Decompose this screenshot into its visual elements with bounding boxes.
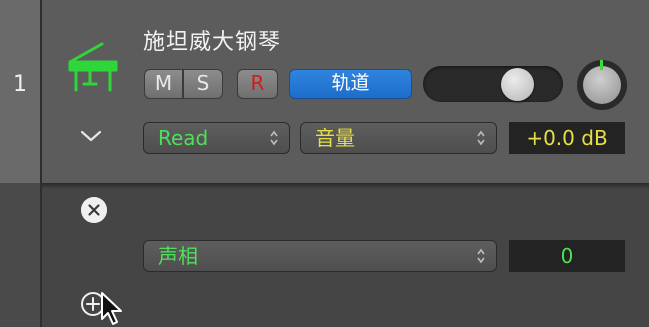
pan-indicator <box>600 60 603 70</box>
solo-button[interactable]: S <box>183 69 223 99</box>
lane-value[interactable]: 0 <box>509 240 625 272</box>
automation-parameter-label: 音量 <box>315 126 355 150</box>
pan-knob[interactable] <box>583 66 621 104</box>
updown-arrows-icon <box>270 130 278 146</box>
lane-shadow <box>0 183 649 189</box>
mute-button[interactable]: M <box>144 69 183 99</box>
close-icon[interactable] <box>81 197 107 223</box>
column-divider <box>40 0 42 327</box>
track-name[interactable]: 施坦威大钢琴 <box>143 24 281 56</box>
track-button[interactable]: 轨道 <box>289 69 412 99</box>
lane-parameter-select[interactable]: 声相 <box>143 240 497 272</box>
updown-arrows-icon <box>477 248 485 264</box>
automation-parameter-select[interactable]: 音量 <box>300 122 497 154</box>
automation-mode-select[interactable]: Read <box>143 122 290 154</box>
automation-value[interactable]: +0.0 dB <box>509 122 625 154</box>
volume-slider[interactable] <box>423 66 563 102</box>
track-number: 1 <box>13 72 27 97</box>
mouse-cursor-icon <box>101 292 122 325</box>
grand-piano-icon[interactable] <box>66 40 120 92</box>
lane-parameter-label: 声相 <box>158 244 198 268</box>
volume-slider-thumb[interactable] <box>501 68 534 101</box>
automation-mode-label: Read <box>158 126 209 150</box>
lane-number-column <box>0 183 40 327</box>
updown-arrows-icon <box>477 130 485 146</box>
record-enable-button[interactable]: R <box>237 69 278 99</box>
chevron-down-icon[interactable] <box>78 126 104 146</box>
